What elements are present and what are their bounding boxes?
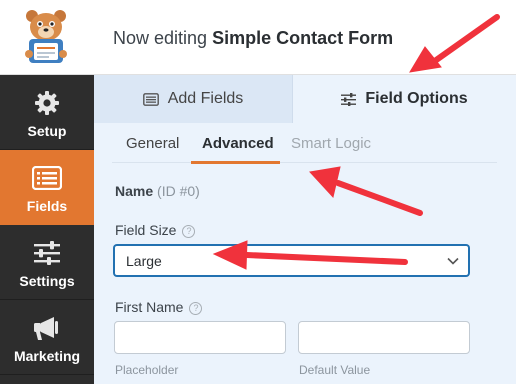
wpforms-bear-logo: [25, 10, 67, 63]
field-size-text: Field Size: [115, 222, 177, 238]
tab-field-options[interactable]: Field Options: [293, 75, 516, 123]
field-options-panel: Add Fields Field Options General Advance…: [94, 75, 516, 384]
gear-icon: [0, 89, 94, 117]
sliders-icon: [0, 239, 94, 267]
subtab-divider: [112, 162, 497, 163]
chevron-down-icon: [446, 254, 460, 273]
default-value-input[interactable]: [298, 321, 470, 354]
subtab-smart-logic: Smart Logic: [291, 135, 372, 152]
sidebar-item-label: Settings: [19, 273, 75, 289]
tab-label: Field Options: [365, 90, 468, 107]
sidebar-item-fields[interactable]: Fields: [0, 150, 94, 225]
active-subtab-indicator: [191, 161, 280, 164]
title-prefix: Now editing: [113, 28, 213, 48]
sidebar-item-label: Marketing: [13, 348, 81, 364]
list-icon: [0, 164, 94, 192]
first-name-text: First Name: [115, 299, 184, 315]
sidebar: Setup Fields Settings Marketing: [0, 0, 94, 384]
sidebar-item-label: Fields: [26, 198, 68, 214]
field-size-value: Large: [126, 253, 162, 269]
sidebar-item-marketing[interactable]: Marketing: [0, 300, 94, 375]
sliders-icon: [341, 92, 357, 106]
placeholder-sublabel: Placeholder: [115, 363, 179, 377]
list-icon: [142, 92, 159, 106]
help-icon[interactable]: ?: [189, 302, 203, 315]
builder-header: Now editing Simple Contact Form: [94, 0, 516, 75]
logo-area: [0, 0, 94, 75]
tab-add-fields[interactable]: Add Fields: [94, 75, 293, 123]
sidebar-item-label: Setup: [27, 123, 67, 139]
field-id: (ID #0): [157, 183, 200, 199]
form-name: Simple Contact Form: [212, 28, 394, 48]
subtab-advanced[interactable]: Advanced: [202, 135, 274, 152]
subtab-general[interactable]: General: [126, 135, 179, 152]
megaphone-icon: [0, 314, 94, 342]
placeholder-input[interactable]: [114, 321, 286, 354]
first-name-label: First Name?: [115, 299, 203, 315]
tab-label: Add Fields: [167, 90, 244, 107]
default-value-sublabel: Default Value: [299, 363, 371, 377]
field-heading: Name (ID #0): [115, 183, 200, 199]
options-subtabs: General Advanced Smart Logic: [94, 123, 516, 163]
sidebar-item-settings[interactable]: Settings: [0, 225, 94, 300]
help-icon[interactable]: ?: [182, 225, 196, 238]
field-size-label: Field Size?: [115, 222, 196, 238]
field-label: Name: [115, 183, 154, 199]
page-title: Now editing Simple Contact Form: [113, 28, 393, 49]
field-size-select[interactable]: Large: [114, 245, 469, 276]
sidebar-item-setup[interactable]: Setup: [0, 75, 94, 150]
